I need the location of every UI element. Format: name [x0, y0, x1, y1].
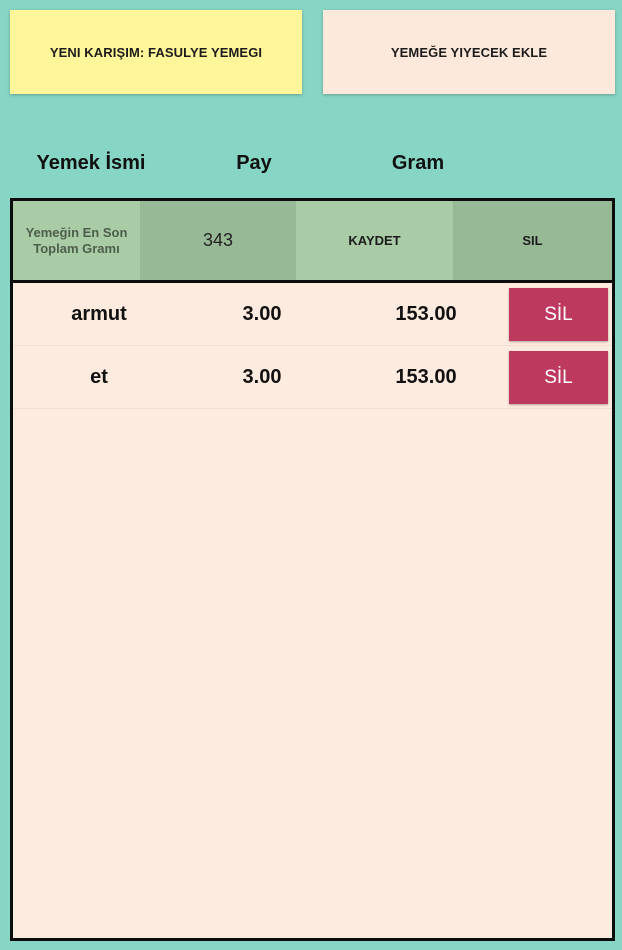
item-portion: 3.00: [242, 365, 282, 388]
new-mix-button[interactable]: YENI KARIŞIM: FASULYE YEMEGI: [10, 10, 302, 94]
list-item: armut 3.00 153.00 SİL: [13, 283, 612, 346]
delete-item-button[interactable]: SİL: [509, 288, 608, 341]
item-gram: 153.00: [395, 365, 457, 388]
summary-bar: Yemeğin En Son Toplam Gramı 343 KAYDET S…: [13, 201, 612, 283]
total-gram-label: Yemeğin En Son Toplam Gramı: [13, 201, 140, 280]
item-name: et: [90, 365, 108, 388]
delete-all-button[interactable]: SIL: [453, 201, 612, 280]
item-name: armut: [71, 302, 127, 325]
total-gram-value[interactable]: 343: [140, 201, 296, 280]
save-button[interactable]: KAYDET: [296, 201, 453, 280]
item-portion: 3.00: [242, 302, 282, 325]
add-food-to-meal-button[interactable]: YEMEĞE YIYECEK EKLE: [323, 10, 615, 94]
column-header-name: Yemek İsmi: [36, 152, 146, 174]
item-gram: 153.00: [395, 302, 457, 325]
column-header-gram: Gram: [391, 152, 445, 174]
column-header-portion: Pay: [236, 152, 272, 174]
meal-items-panel: Yemeğin En Son Toplam Gramı 343 KAYDET S…: [10, 198, 615, 941]
delete-item-button[interactable]: SİL: [509, 351, 608, 404]
list-item: et 3.00 153.00 SİL: [13, 346, 612, 409]
